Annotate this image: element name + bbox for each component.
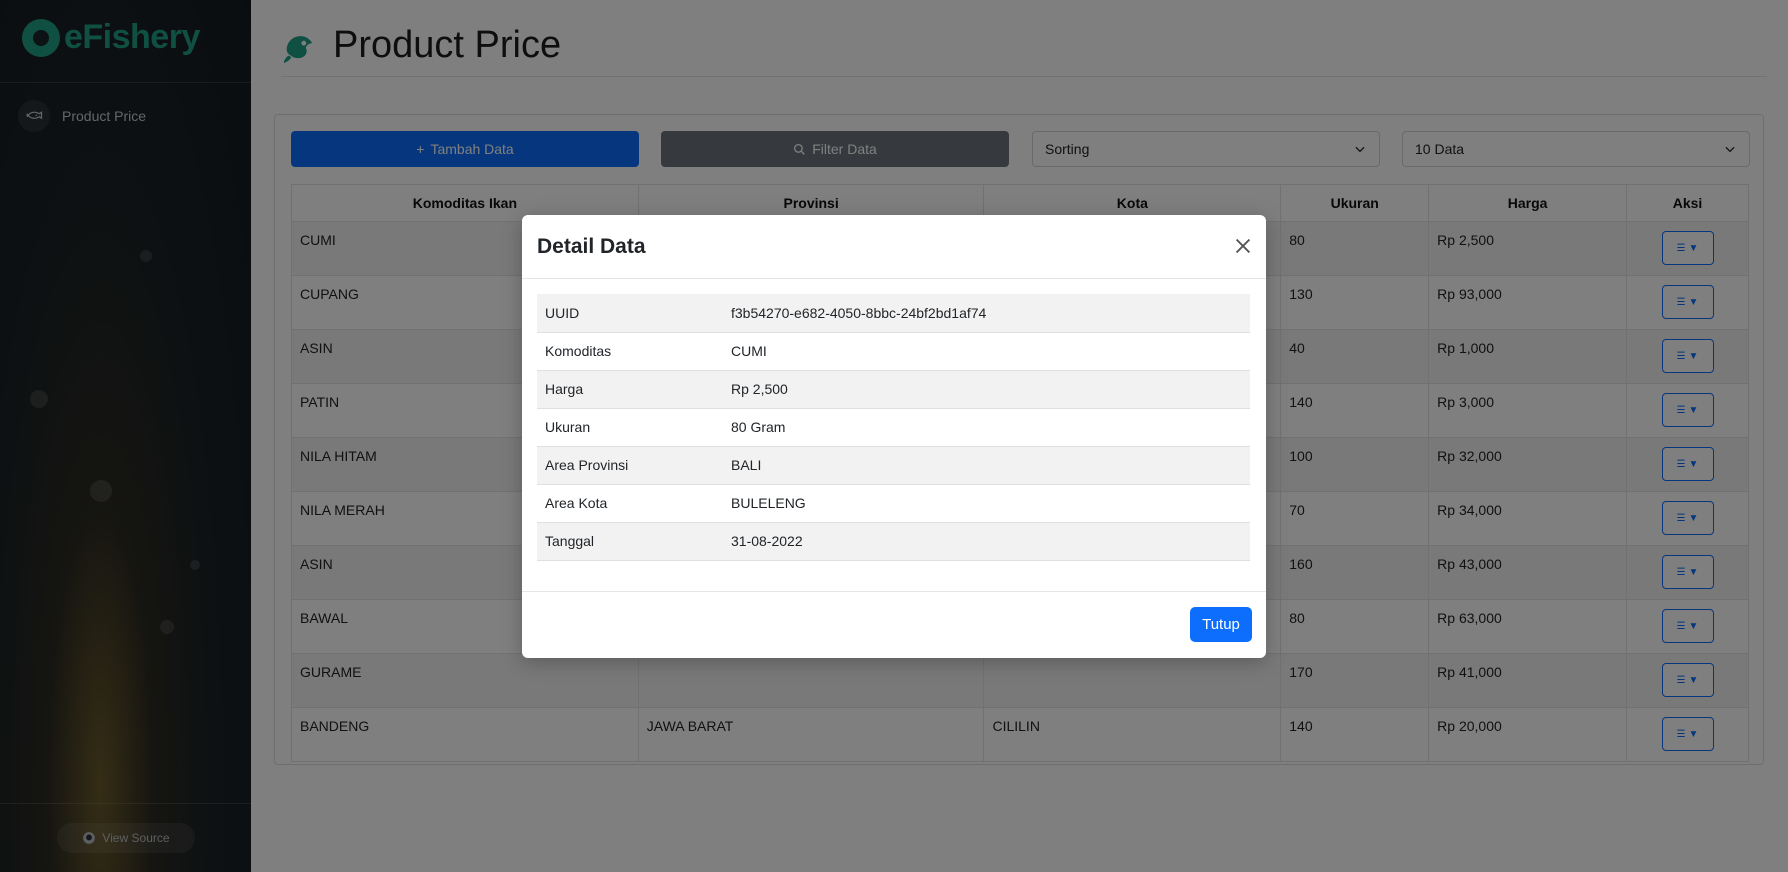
detail-value: 31-08-2022 [723, 522, 1250, 561]
close-button[interactable]: Tutup [1190, 607, 1252, 642]
modal-title: Detail Data [537, 234, 646, 258]
detail-key: Komoditas [537, 332, 723, 371]
detail-value: CUMI [723, 332, 1250, 371]
detail-row: Area Provinsi BALI [537, 446, 1250, 485]
detail-data-modal: Detail Data UUID f3b54270-e682-4050-8bbc-… [522, 215, 1266, 658]
detail-key: UUID [537, 294, 723, 333]
detail-row: Area Kota BULELENG [537, 484, 1250, 523]
detail-key: Area Kota [537, 484, 723, 523]
detail-key: Harga [537, 370, 723, 409]
detail-key: Area Provinsi [537, 446, 723, 485]
detail-value: BULELENG [723, 484, 1250, 523]
detail-row: Harga Rp 2,500 [537, 370, 1250, 409]
detail-key: Ukuran [537, 408, 723, 447]
detail-row: Komoditas CUMI [537, 332, 1250, 371]
modal-footer: Tutup [522, 591, 1266, 658]
detail-table: UUID f3b54270-e682-4050-8bbc-24bf2bd1af74… [537, 294, 1250, 561]
detail-row: Ukuran 80 Gram [537, 408, 1250, 447]
detail-key: Tanggal [537, 522, 723, 561]
detail-value: f3b54270-e682-4050-8bbc-24bf2bd1af74 [723, 294, 1250, 333]
detail-row: UUID f3b54270-e682-4050-8bbc-24bf2bd1af74 [537, 294, 1250, 333]
modal-header: Detail Data [522, 215, 1266, 279]
detail-value: 80 Gram [723, 408, 1250, 447]
detail-value: Rp 2,500 [723, 370, 1250, 409]
close-icon[interactable] [1232, 235, 1254, 257]
detail-value: BALI [723, 446, 1250, 485]
detail-row: Tanggal 31-08-2022 [537, 522, 1250, 561]
